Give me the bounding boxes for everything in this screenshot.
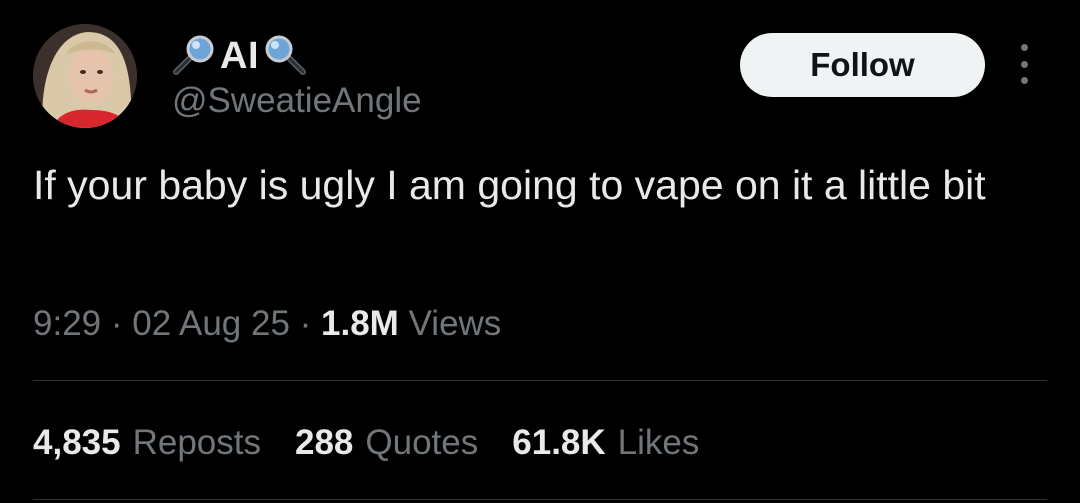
divider [33, 499, 1047, 500]
views-count[interactable]: 1.8M [321, 304, 399, 343]
follow-button[interactable]: Follow [740, 33, 985, 97]
likes-label: Likes [617, 423, 700, 462]
reposts-label: Reposts [132, 423, 261, 462]
reposts-count: 4,835 [33, 423, 121, 462]
tweet-metadata: 9:29 · 02 Aug 25 · 1.8M Views [33, 300, 501, 348]
dot [1020, 77, 1028, 84]
likes-count: 61.8K [512, 423, 606, 462]
views-label[interactable]: Views [409, 304, 502, 343]
dot [1020, 44, 1028, 51]
quotes-count: 288 [295, 423, 354, 462]
reposts-stat[interactable]: 4,835 Reposts [33, 423, 261, 463]
avatar-image [33, 24, 137, 128]
tweet-time[interactable]: 9:29 [33, 304, 101, 343]
more-options-icon[interactable] [1012, 44, 1036, 84]
engagement-stats: 4,835 Reposts 288 Quotes 61.8K Likes [33, 418, 733, 468]
quotes-label: Quotes [365, 423, 479, 462]
user-handle[interactable]: @SweatieAngle [172, 80, 422, 122]
separator: · [110, 304, 123, 343]
display-name: AI [220, 35, 259, 77]
magnifying-glass-right-icon [261, 34, 309, 78]
dot [1020, 60, 1028, 68]
magnifying-glass-left-icon [170, 34, 218, 78]
tweet-text: If your baby is ugly I am going to vape … [33, 162, 986, 208]
display-name-row[interactable]: AI [170, 34, 309, 78]
divider [33, 380, 1047, 381]
quotes-stat[interactable]: 288 Quotes [295, 423, 478, 463]
separator: · [299, 304, 312, 343]
likes-stat[interactable]: 61.8K Likes [512, 423, 699, 463]
tweet-date[interactable]: 02 Aug 25 [132, 304, 290, 343]
avatar[interactable] [33, 24, 137, 128]
